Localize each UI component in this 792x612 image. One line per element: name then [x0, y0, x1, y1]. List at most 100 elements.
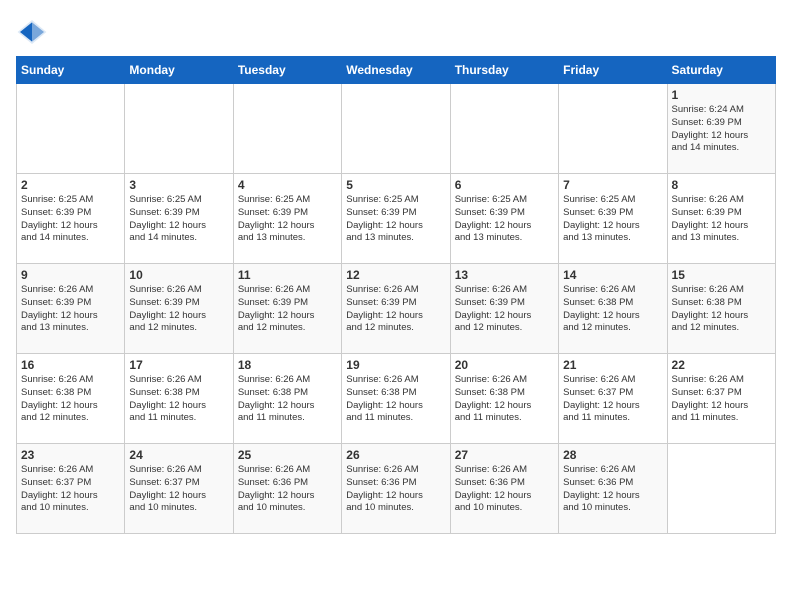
day-number: 25 — [238, 448, 337, 462]
calendar-day-cell: 3Sunrise: 6:25 AM Sunset: 6:39 PM Daylig… — [125, 174, 233, 264]
day-number: 26 — [346, 448, 445, 462]
calendar-day-cell: 22 Sunrise: 6:26 AM Sunset: 6:37 PM Dayli… — [667, 354, 775, 444]
day-info: Sunrise: 6:26 AM Sunset: 6:38 PM Dayligh… — [455, 374, 554, 425]
day-of-week-header: Tuesday — [233, 57, 341, 84]
calendar-day-cell — [667, 444, 775, 534]
day-info: Sunrise: 6:26 AM Sunset: 6:38 PM Dayligh… — [129, 374, 228, 425]
calendar-day-cell — [342, 84, 450, 174]
calendar-day-cell: 17 Sunrise: 6:26 AM Sunset: 6:38 PM Dayli… — [125, 354, 233, 444]
calendar-day-cell: 15 Sunrise: 6:26 AM Sunset: 6:38 PM Dayli… — [667, 264, 775, 354]
calendar-day-cell — [17, 84, 125, 174]
calendar-day-cell: 14 Sunrise: 6:26 AM Sunset: 6:38 PM Dayli… — [559, 264, 667, 354]
day-number: 24 — [129, 448, 228, 462]
day-info: Sunrise: 6:26 AM Sunset: 6:38 PM Dayligh… — [346, 374, 445, 425]
day-info: Sunrise: 6:26 AM Sunset: 6:38 PM Dayligh… — [563, 284, 662, 335]
day-info: Sunrise: 6:25 AM Sunset: 6:39 PM Dayligh… — [346, 194, 445, 245]
day-number: 3 — [129, 178, 228, 192]
day-info: Sunrise: 6:24 AM Sunset: 6:39 PM Dayligh… — [672, 104, 771, 155]
page-header — [16, 16, 776, 48]
day-info: Sunrise: 6:26 AM Sunset: 6:39 PM Dayligh… — [455, 284, 554, 335]
day-info: Sunrise: 6:26 AM Sunset: 6:37 PM Dayligh… — [129, 464, 228, 515]
calendar-day-cell: 21Sunrise: 6:26 AM Sunset: 6:37 PM Dayli… — [559, 354, 667, 444]
calendar-day-cell: 27 Sunrise: 6:26 AM Sunset: 6:36 PM Dayli… — [450, 444, 558, 534]
day-number: 17 — [129, 358, 228, 372]
day-number: 27 — [455, 448, 554, 462]
calendar-day-cell: 4 Sunrise: 6:25 AM Sunset: 6:39 PM Daylig… — [233, 174, 341, 264]
logo — [16, 16, 52, 48]
day-number: 4 — [238, 178, 337, 192]
day-number: 5 — [346, 178, 445, 192]
calendar-day-cell — [125, 84, 233, 174]
calendar-day-cell: 1Sunrise: 6:24 AM Sunset: 6:39 PM Daylig… — [667, 84, 775, 174]
calendar-day-cell: 11 Sunrise: 6:26 AM Sunset: 6:39 PM Dayli… — [233, 264, 341, 354]
calendar: SundayMondayTuesdayWednesdayThursdayFrid… — [16, 56, 776, 534]
calendar-day-cell: 2Sunrise: 6:25 AM Sunset: 6:39 PM Daylig… — [17, 174, 125, 264]
day-number: 16 — [21, 358, 120, 372]
calendar-day-cell: 16 Sunrise: 6:26 AM Sunset: 6:38 PM Dayli… — [17, 354, 125, 444]
calendar-week-row: 1Sunrise: 6:24 AM Sunset: 6:39 PM Daylig… — [17, 84, 776, 174]
calendar-body: 1Sunrise: 6:24 AM Sunset: 6:39 PM Daylig… — [17, 84, 776, 534]
calendar-day-cell: 20 Sunrise: 6:26 AM Sunset: 6:38 PM Dayli… — [450, 354, 558, 444]
calendar-day-cell — [233, 84, 341, 174]
day-info: Sunrise: 6:26 AM Sunset: 6:36 PM Dayligh… — [346, 464, 445, 515]
day-number: 13 — [455, 268, 554, 282]
day-info: Sunrise: 6:26 AM Sunset: 6:36 PM Dayligh… — [563, 464, 662, 515]
calendar-day-cell: 5 Sunrise: 6:25 AM Sunset: 6:39 PM Daylig… — [342, 174, 450, 264]
day-info: Sunrise: 6:26 AM Sunset: 6:39 PM Dayligh… — [672, 194, 771, 245]
day-info: Sunrise: 6:26 AM Sunset: 6:39 PM Dayligh… — [238, 284, 337, 335]
calendar-week-row: 23 Sunrise: 6:26 AM Sunset: 6:37 PM Dayli… — [17, 444, 776, 534]
calendar-day-cell: 25 Sunrise: 6:26 AM Sunset: 6:36 PM Dayli… — [233, 444, 341, 534]
day-of-week-header: Wednesday — [342, 57, 450, 84]
day-number: 8 — [672, 178, 771, 192]
day-number: 15 — [672, 268, 771, 282]
day-number: 19 — [346, 358, 445, 372]
day-number: 23 — [21, 448, 120, 462]
day-number: 12 — [346, 268, 445, 282]
day-info: Sunrise: 6:26 AM Sunset: 6:37 PM Dayligh… — [21, 464, 120, 515]
day-info: Sunrise: 6:26 AM Sunset: 6:39 PM Dayligh… — [129, 284, 228, 335]
calendar-day-cell: 8 Sunrise: 6:26 AM Sunset: 6:39 PM Daylig… — [667, 174, 775, 264]
calendar-day-cell: 19 Sunrise: 6:26 AM Sunset: 6:38 PM Dayli… — [342, 354, 450, 444]
day-info: Sunrise: 6:26 AM Sunset: 6:39 PM Dayligh… — [21, 284, 120, 335]
day-of-week-header: Monday — [125, 57, 233, 84]
day-info: Sunrise: 6:25 AM Sunset: 6:39 PM Dayligh… — [563, 194, 662, 245]
calendar-day-cell: 7 Sunrise: 6:25 AM Sunset: 6:39 PM Daylig… — [559, 174, 667, 264]
day-info: Sunrise: 6:26 AM Sunset: 6:38 PM Dayligh… — [672, 284, 771, 335]
calendar-day-cell — [559, 84, 667, 174]
calendar-day-cell: 6Sunrise: 6:25 AM Sunset: 6:39 PM Daylig… — [450, 174, 558, 264]
logo-icon — [16, 16, 48, 48]
calendar-day-cell: 24 Sunrise: 6:26 AM Sunset: 6:37 PM Dayli… — [125, 444, 233, 534]
day-number: 18 — [238, 358, 337, 372]
calendar-week-row: 9 Sunrise: 6:26 AM Sunset: 6:39 PM Daylig… — [17, 264, 776, 354]
day-number: 14 — [563, 268, 662, 282]
day-info: Sunrise: 6:26 AM Sunset: 6:36 PM Dayligh… — [455, 464, 554, 515]
day-of-week-header: Saturday — [667, 57, 775, 84]
day-number: 20 — [455, 358, 554, 372]
calendar-header: SundayMondayTuesdayWednesdayThursdayFrid… — [17, 57, 776, 84]
day-number: 7 — [563, 178, 662, 192]
day-number: 11 — [238, 268, 337, 282]
day-info: Sunrise: 6:26 AM Sunset: 6:38 PM Dayligh… — [21, 374, 120, 425]
day-number: 9 — [21, 268, 120, 282]
day-number: 21 — [563, 358, 662, 372]
calendar-day-cell: 9 Sunrise: 6:26 AM Sunset: 6:39 PM Daylig… — [17, 264, 125, 354]
calendar-day-cell: 26 Sunrise: 6:26 AM Sunset: 6:36 PM Dayli… — [342, 444, 450, 534]
calendar-day-cell: 28 Sunrise: 6:26 AM Sunset: 6:36 PM Dayli… — [559, 444, 667, 534]
day-info: Sunrise: 6:26 AM Sunset: 6:39 PM Dayligh… — [346, 284, 445, 335]
day-info: Sunrise: 6:26 AM Sunset: 6:38 PM Dayligh… — [238, 374, 337, 425]
calendar-day-cell: 23 Sunrise: 6:26 AM Sunset: 6:37 PM Dayli… — [17, 444, 125, 534]
day-info: Sunrise: 6:26 AM Sunset: 6:36 PM Dayligh… — [238, 464, 337, 515]
day-info: Sunrise: 6:25 AM Sunset: 6:39 PM Dayligh… — [455, 194, 554, 245]
day-of-week-header: Sunday — [17, 57, 125, 84]
day-number: 22 — [672, 358, 771, 372]
day-number: 10 — [129, 268, 228, 282]
day-number: 28 — [563, 448, 662, 462]
day-number: 2 — [21, 178, 120, 192]
calendar-day-cell: 12 Sunrise: 6:26 AM Sunset: 6:39 PM Dayli… — [342, 264, 450, 354]
calendar-day-cell: 10 Sunrise: 6:26 AM Sunset: 6:39 PM Dayli… — [125, 264, 233, 354]
day-info: Sunrise: 6:26 AM Sunset: 6:37 PM Dayligh… — [672, 374, 771, 425]
calendar-day-cell: 18 Sunrise: 6:26 AM Sunset: 6:38 PM Dayli… — [233, 354, 341, 444]
day-info: Sunrise: 6:25 AM Sunset: 6:39 PM Dayligh… — [238, 194, 337, 245]
day-of-week-header: Friday — [559, 57, 667, 84]
calendar-day-cell: 13 Sunrise: 6:26 AM Sunset: 6:39 PM Dayli… — [450, 264, 558, 354]
